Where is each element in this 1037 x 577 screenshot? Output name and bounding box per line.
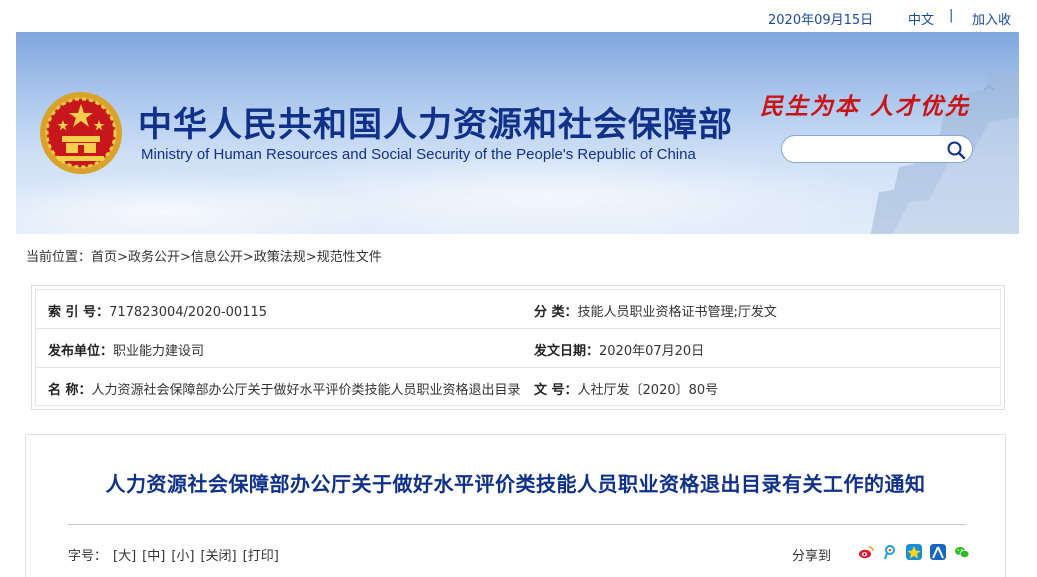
category: 分 类：技能人员职业资格证书管理;厅发文 [534,301,994,320]
tencent-weibo-icon[interactable] [882,544,898,560]
breadcrumb-sep: > [305,250,317,265]
info-row: 名 称：人力资源社会保障部办公厅关于做好水平评价类技能人员职业资格退出目录有关工… [36,368,1000,407]
info-row: 发布单位：职业能力建设司 发文日期：2020年07月20日 [36,329,1000,368]
title-divider [68,524,966,525]
category-value: 技能人员职业资格证书管理;厅发文 [577,305,777,320]
font-large-button[interactable]: [大] [113,549,136,564]
weibo-icon[interactable] [858,544,874,560]
doc-number: 文 号：人社厅发〔2020〕80号 [534,379,994,398]
index-number: 索 引 号：717823004/2020-00115 [48,301,520,320]
name-value: 人力资源社会保障部办公厅关于做好水平评价类技能人员职业资格退出目录有关工作的通知 [91,383,520,398]
font-small-button[interactable]: [小] [171,549,194,564]
breadcrumb-normative-docs[interactable]: 规范性文件 [317,250,382,265]
breadcrumb-sep: > [242,250,254,265]
slogan: 民生为本 人才优先 [760,93,971,120]
issue-date: 发文日期：2020年07月20日 [534,340,994,359]
search-box[interactable] [781,135,973,163]
breadcrumb-policy[interactable]: 政策法规 [254,250,306,265]
language-link[interactable]: 中文 [908,9,934,28]
qzone-icon[interactable] [906,544,922,560]
wechat-icon[interactable] [954,544,970,560]
info-row: 索 引 号：717823004/2020-00115 分 类：技能人员职业资格证… [36,290,1000,329]
name-label: 名 称： [48,383,92,398]
publisher: 发布单位：职业能力建设司 [48,340,520,359]
publisher-value: 职业能力建设司 [113,344,205,359]
breadcrumb-prefix: 当前位置： [26,250,92,265]
breadcrumb-sep: > [179,250,191,265]
index-label: 索 引 号： [48,305,110,320]
search-icon[interactable] [946,140,966,160]
docno-label: 文 号： [534,383,578,398]
date-value: 2020年07月20日 [599,344,705,359]
print-button[interactable]: [打印] [243,549,279,564]
breadcrumb-info-disclosure[interactable]: 信息公开 [191,250,243,265]
breadcrumb-sep: > [117,250,128,265]
date-label: 发文日期： [534,344,600,359]
article-title: 人力资源社会保障部办公厅关于做好水平评价类技能人员职业资格退出目录有关工作的通知 [105,472,926,496]
header-banner: 中华人民共和国人力资源和社会保障部 Ministry of Human Reso… [16,32,1019,234]
index-value: 717823004/2020-00115 [109,305,268,320]
publisher-label: 发布单位： [48,344,114,359]
font-medium-button[interactable]: [中] [142,549,165,564]
national-emblem [40,92,122,174]
font-size-label: 字号： [68,549,108,564]
close-button[interactable]: [关闭] [200,549,236,564]
breadcrumb: 当前位置：首页>政务公开>信息公开>政策法规>规范性文件 [26,246,382,265]
font-size-controls: 字号： [大] [中] [小] [关闭] [打印] [68,545,279,564]
breadcrumb-gov-affairs[interactable]: 政务公开 [128,250,180,265]
docno-value: 人社厅发〔2020〕80号 [577,383,719,398]
breadcrumb-home[interactable]: 首页 [91,250,117,265]
topbar-separator: | [949,8,954,23]
current-date: 2020年09月15日 [768,13,874,28]
article-panel: 人力资源社会保障部办公厅关于做好水平评价类技能人员职业资格退出目录有关工作的通知… [25,434,1006,577]
site-title-en: Ministry of Human Resources and Social S… [141,146,696,163]
doc-name: 名 称：人力资源社会保障部办公厅关于做好水平评价类技能人员职业资格退出目录有关工… [48,379,520,398]
document-info-box: 索 引 号：717823004/2020-00115 分 类：技能人员职业资格证… [31,285,1005,410]
site-title-cn: 中华人民共和国人力资源和社会保障部 [138,105,733,145]
renren-icon[interactable] [930,544,946,560]
top-bar: 2020年09月15日 中文 | 加入收藏 [16,0,1019,47]
share-label: 分享到 [792,549,832,564]
category-label: 分 类： [534,305,578,320]
search-input[interactable] [794,140,944,158]
